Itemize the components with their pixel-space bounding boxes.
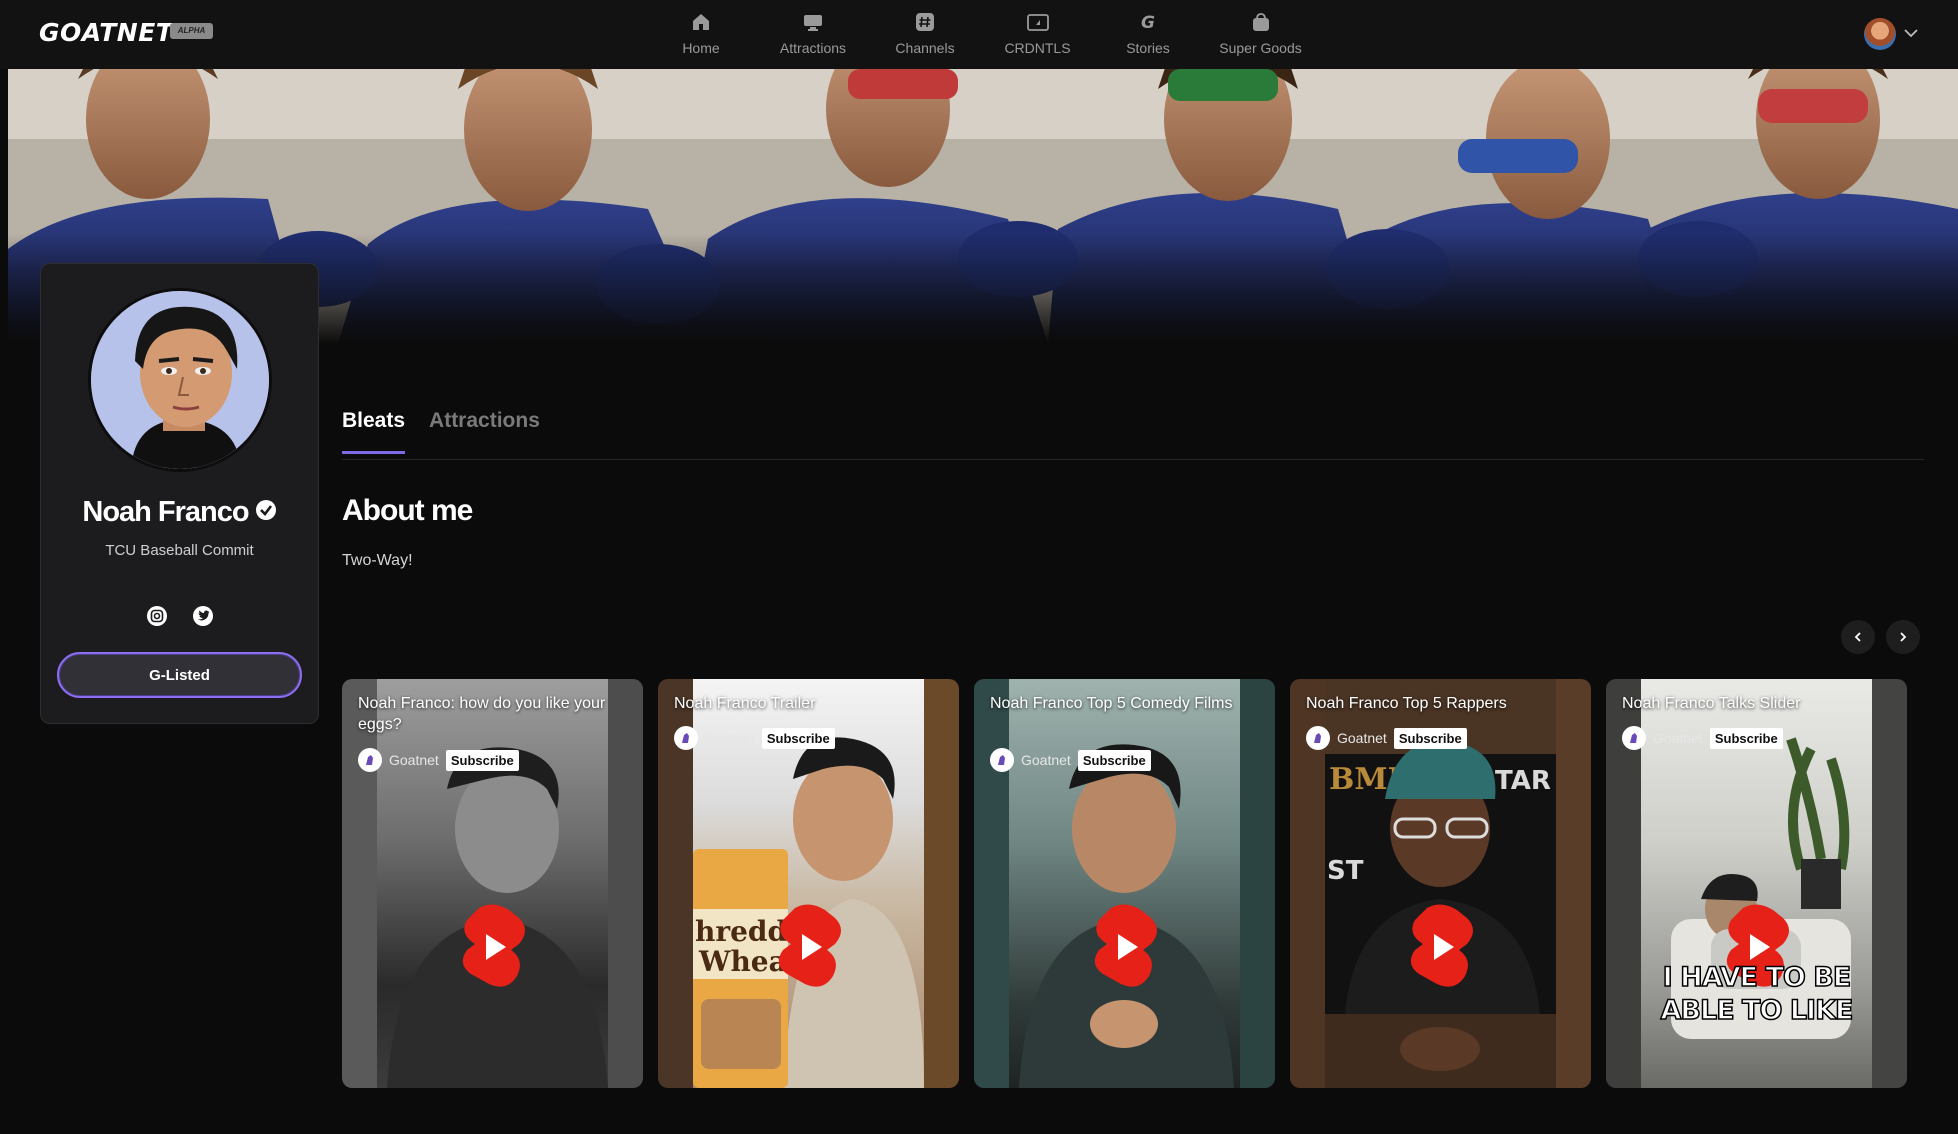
play-icon[interactable] xyxy=(1407,904,1475,990)
nav-super-goods[interactable]: Super Goods xyxy=(1218,0,1303,69)
alpha-badge: ALPHA xyxy=(170,23,213,39)
channel-row: Goatnet Subscribe xyxy=(674,726,835,750)
channel-avatar xyxy=(358,748,382,772)
play-icon[interactable] xyxy=(1091,904,1159,990)
chevron-down-icon[interactable] xyxy=(1902,24,1920,42)
channel-avatar xyxy=(1622,726,1646,750)
nav-home[interactable]: Home xyxy=(670,0,732,69)
card-icon xyxy=(1026,10,1050,34)
profile-card: Noah Franco TCU Baseball Commit G-Listed xyxy=(40,263,319,724)
social-links xyxy=(41,606,318,626)
profile-tabs: Bleats Attractions xyxy=(342,409,540,454)
about-text: Two-Way! xyxy=(342,552,413,569)
video-caption: I HAVE TO BE ABLE TO LIKE xyxy=(1660,961,1854,1027)
channel-avatar xyxy=(674,726,698,750)
hashtag-icon xyxy=(913,10,937,34)
video-thumbnail xyxy=(377,679,608,1088)
svg-text:ST: ST xyxy=(1327,856,1364,886)
tabs-divider xyxy=(342,459,1924,460)
nav-crdntls[interactable]: CRDNTLS xyxy=(1000,0,1075,69)
play-icon[interactable] xyxy=(775,904,843,990)
verified-badge-icon xyxy=(255,499,277,526)
channel-name: Goatnet xyxy=(1653,730,1703,746)
nav-crdntls-label: CRDNTLS xyxy=(1004,40,1071,56)
channel-avatar xyxy=(1306,726,1330,750)
video-title: Noah Franco Talks Slider xyxy=(1622,695,1801,712)
play-icon[interactable] xyxy=(459,904,527,990)
nav-attractions[interactable]: Attractions xyxy=(773,0,853,69)
twitter-icon[interactable] xyxy=(192,606,213,626)
subscribe-button[interactable]: Subscribe xyxy=(445,749,519,771)
user-avatar[interactable] xyxy=(1864,18,1896,50)
nav-stories-label: Stories xyxy=(1126,40,1170,56)
tab-bleats[interactable]: Bleats xyxy=(342,409,406,454)
video-title: Noah Franco Top 5 Comedy Films xyxy=(990,695,1233,712)
video-title: Noah Franco Top 5 Rappers xyxy=(1306,695,1507,712)
video-title: Noah Franco: how do you like your eggs? xyxy=(358,695,606,733)
g-listed-button[interactable]: G-Listed xyxy=(57,652,302,698)
tab-attractions[interactable]: Attractions xyxy=(429,409,540,454)
video-card[interactable]: Noah Franco Top 5 Comedy Films Goatnet S… xyxy=(974,679,1275,1088)
subscribe-button[interactable]: Subscribe xyxy=(1077,749,1151,771)
subscribe-button[interactable]: Subscribe xyxy=(1393,727,1467,749)
home-icon xyxy=(689,10,713,34)
chevron-right-icon xyxy=(1900,632,1907,642)
profile-name: Noah Franco xyxy=(82,496,249,528)
svg-text:G: G xyxy=(1141,13,1155,33)
monitor-icon xyxy=(801,10,825,34)
chevron-left-icon xyxy=(1854,632,1861,642)
nav-channels-label: Channels xyxy=(895,40,955,56)
video-card[interactable]: hredde Wheat Noah Franco Trailer Goatnet… xyxy=(658,679,959,1088)
channel-name: Goatnet xyxy=(1337,730,1387,746)
channel-avatar xyxy=(990,748,1014,772)
about-heading: About me xyxy=(342,494,473,527)
bag-icon xyxy=(1249,10,1273,34)
carousel-prev-button[interactable] xyxy=(1841,620,1875,654)
instagram-icon[interactable] xyxy=(146,606,167,626)
g-icon: G xyxy=(1136,10,1160,34)
profile-subtitle: TCU Baseball Commit xyxy=(105,542,254,559)
subscribe-button[interactable]: Subscribe xyxy=(761,727,835,749)
svg-text:TAR: TAR xyxy=(1495,766,1551,796)
channel-name: Goatnet xyxy=(705,730,755,746)
nav-attractions-label: Attractions xyxy=(779,40,847,56)
channel-row: Goatnet Subscribe xyxy=(358,748,519,772)
video-card[interactable]: Noah Franco Talks Slider Goatnet Subscri… xyxy=(1606,679,1907,1088)
video-card[interactable]: Noah Franco: how do you like your eggs? … xyxy=(342,679,643,1088)
video-card[interactable]: BMI TAR ST Noah Franco Top 5 Rappers Goa… xyxy=(1290,679,1591,1088)
video-thumbnail xyxy=(1009,679,1240,1088)
profile-name-row: Noah Franco xyxy=(41,496,318,529)
channel-name: Goatnet xyxy=(389,752,439,768)
nav-channels[interactable]: Channels xyxy=(886,0,964,69)
channel-name: Goatnet xyxy=(1021,752,1071,768)
nav-home-label: Home xyxy=(682,40,720,56)
carousel-next-button[interactable] xyxy=(1886,620,1920,654)
top-nav-bar: GOATNET ALPHA Home Attractions Channels … xyxy=(0,0,1958,69)
channel-row: Goatnet Subscribe xyxy=(990,748,1151,772)
nav-super-goods-label: Super Goods xyxy=(1219,40,1302,56)
subscribe-button[interactable]: Subscribe xyxy=(1709,727,1783,749)
channel-row: Goatnet Subscribe xyxy=(1622,726,1783,750)
video-title: Noah Franco Trailer xyxy=(674,695,816,712)
channel-row: Goatnet Subscribe xyxy=(1306,726,1467,750)
goatnet-logo[interactable]: GOATNET xyxy=(39,18,173,47)
profile-avatar xyxy=(88,288,272,472)
nav-stories[interactable]: G Stories xyxy=(1120,0,1176,69)
